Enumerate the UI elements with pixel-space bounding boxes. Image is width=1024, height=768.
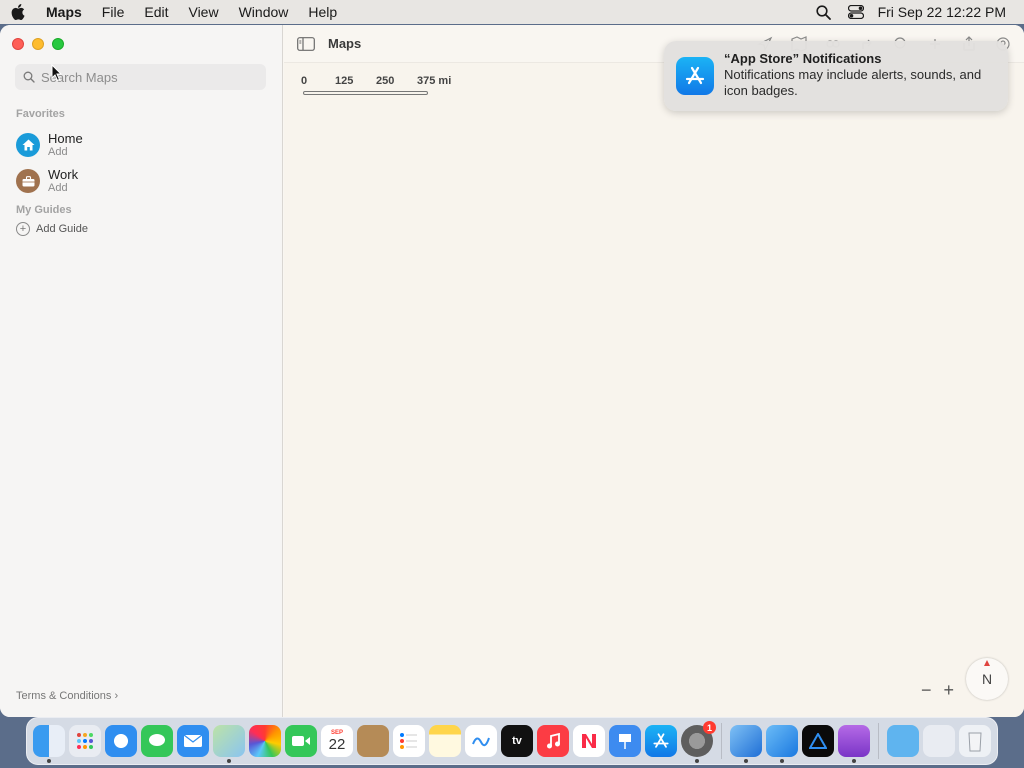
freeform-icon[interactable]	[465, 725, 497, 757]
sidebar-toggle-icon[interactable]	[297, 36, 315, 51]
zoom-in-button[interactable]: +	[943, 680, 954, 701]
dock: SEP 22 tv 1	[26, 717, 998, 765]
scale-label-125: 125	[335, 75, 354, 87]
podcasts-icon[interactable]	[838, 725, 870, 763]
apple-menu-icon[interactable]	[0, 0, 36, 24]
spotlight-search-icon[interactable]	[808, 0, 840, 24]
messages-icon[interactable]	[141, 725, 173, 757]
minimize-button[interactable]	[32, 38, 44, 50]
zoom-controls: − +	[921, 680, 954, 701]
zoom-out-button[interactable]: −	[921, 680, 932, 701]
apple-tv-icon[interactable]: tv	[501, 725, 533, 757]
instruments-icon[interactable]	[802, 725, 834, 757]
trash-icon[interactable]	[959, 725, 991, 757]
simulator-icon[interactable]	[766, 725, 798, 763]
favorite-home-subtitle: Add	[48, 146, 68, 158]
system-settings-icon[interactable]: 1	[681, 721, 716, 763]
news-icon[interactable]	[573, 725, 605, 757]
maps-icon[interactable]	[213, 725, 245, 763]
compass-control[interactable]: N	[966, 658, 1008, 700]
xcode-icon[interactable]	[730, 725, 762, 763]
app-store-dock-icon[interactable]	[645, 725, 677, 757]
finder-icon[interactable]	[33, 725, 65, 763]
notification-banner[interactable]: “App Store” Notifications Notifications …	[664, 41, 1008, 111]
favorite-work-subtitle: Add	[48, 182, 68, 194]
map-view[interactable]: Maps 0 125 250 375 mi − + N	[284, 25, 1024, 717]
sidebar: Favorites Home Add Work Add My Guides + …	[0, 25, 283, 717]
close-button[interactable]	[12, 38, 24, 50]
control-center-icon[interactable]	[840, 0, 872, 24]
map-title: Maps	[328, 36, 362, 51]
scale-label-375: 375 mi	[417, 75, 452, 87]
add-guide-label: Add Guide	[36, 223, 88, 235]
chevron-right-icon: ›	[114, 690, 119, 702]
help-menu[interactable]: Help	[298, 0, 347, 24]
notification-body: Notifications may include alerts, sounds…	[724, 67, 982, 98]
dock-separator	[721, 723, 722, 759]
menu-bar: Maps File Edit View Window Help Fri Sep …	[0, 0, 1024, 24]
keynote-icon[interactable]	[609, 725, 641, 757]
view-menu[interactable]: View	[178, 0, 228, 24]
favorites-header: Favorites	[16, 108, 65, 120]
mouse-cursor-icon	[51, 64, 63, 82]
my-guides-header: My Guides	[16, 204, 72, 216]
running-indicator	[780, 759, 784, 763]
scale-label-0: 0	[301, 75, 308, 87]
search-icon	[23, 71, 35, 83]
plus-circle-icon: +	[16, 222, 30, 236]
favorite-home-title: Home	[48, 131, 83, 146]
file-menu[interactable]: File	[92, 0, 135, 24]
app-store-icon	[676, 57, 714, 95]
favorite-home[interactable]: Home Add	[16, 131, 266, 159]
favorite-work[interactable]: Work Add	[16, 167, 266, 195]
briefcase-icon	[16, 169, 40, 193]
running-indicator	[227, 759, 231, 763]
window-controls	[12, 38, 64, 50]
favorite-work-title: Work	[48, 167, 79, 182]
house-icon	[16, 133, 40, 157]
north-arrow-icon	[984, 660, 990, 666]
map-scale: 0 125 250 375 mi	[301, 75, 471, 95]
recent-documents-icon[interactable]	[923, 725, 955, 757]
maps-window: Favorites Home Add Work Add My Guides + …	[0, 25, 1024, 717]
calendar-icon[interactable]: SEP 22	[321, 725, 353, 757]
downloads-folder-icon[interactable]	[887, 725, 919, 757]
music-icon[interactable]	[537, 725, 569, 757]
running-indicator	[744, 759, 748, 763]
notification-title: “App Store” Notifications	[724, 51, 882, 66]
safari-icon[interactable]	[105, 725, 137, 757]
notification-badge: 1	[703, 721, 716, 734]
menubar-clock[interactable]: Fri Sep 22 12:22 PM	[872, 4, 1024, 20]
window-menu[interactable]: Window	[229, 0, 299, 24]
fullscreen-button[interactable]	[52, 38, 64, 50]
running-indicator	[695, 759, 699, 763]
search-input[interactable]	[41, 69, 251, 85]
terms-label: Terms & Conditions	[16, 690, 112, 702]
scale-label-250: 250	[376, 75, 395, 87]
calendar-day: 22	[328, 735, 346, 753]
facetime-icon[interactable]	[285, 725, 317, 757]
contacts-icon[interactable]	[357, 725, 389, 757]
edit-menu[interactable]: Edit	[134, 0, 178, 24]
photos-icon[interactable]	[249, 725, 281, 757]
terms-link[interactable]: Terms & Conditions ›	[16, 690, 118, 702]
scale-bar	[303, 91, 428, 95]
add-guide-button[interactable]: + Add Guide	[16, 222, 88, 236]
app-name-menu[interactable]: Maps	[36, 0, 92, 24]
notes-icon[interactable]	[429, 725, 461, 757]
launchpad-icon[interactable]	[69, 725, 101, 757]
dock-separator	[878, 723, 879, 759]
compass-label: N	[981, 671, 993, 687]
tv-label: tv	[512, 735, 522, 747]
running-indicator	[47, 759, 51, 763]
mail-icon[interactable]	[177, 725, 209, 757]
running-indicator	[852, 759, 856, 763]
reminders-icon[interactable]	[393, 725, 425, 757]
